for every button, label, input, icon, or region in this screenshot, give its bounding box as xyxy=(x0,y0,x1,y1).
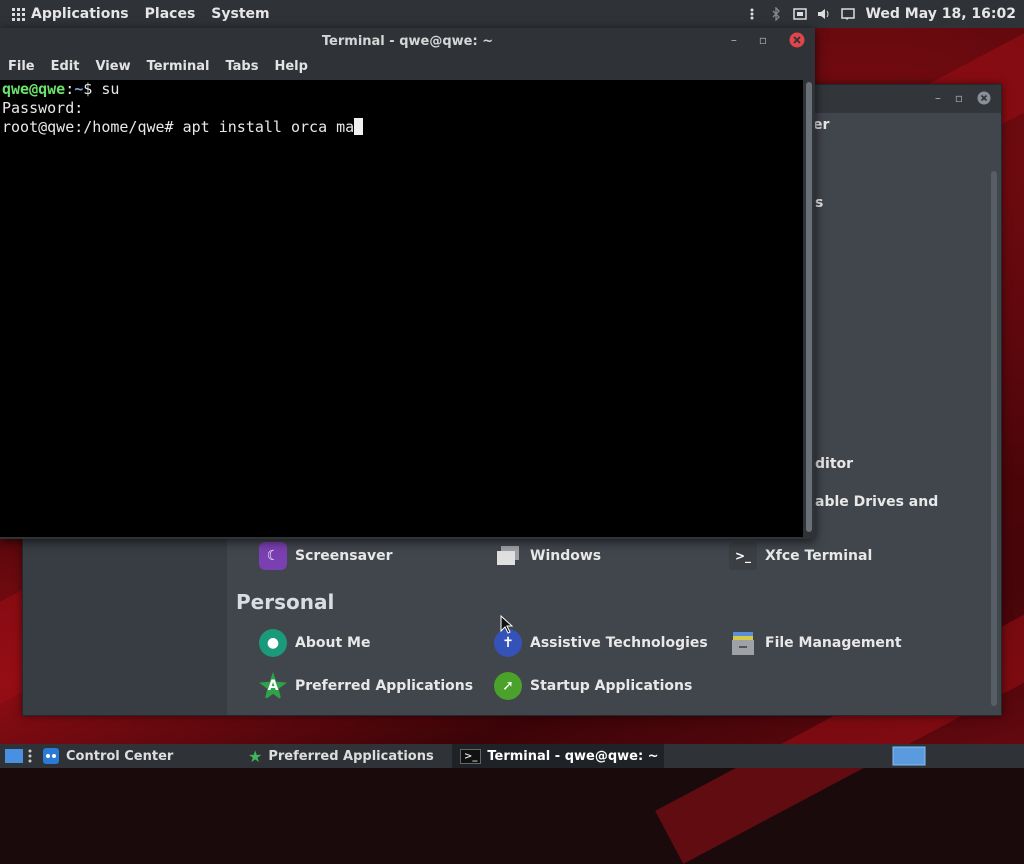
notification-icon[interactable] xyxy=(841,7,856,21)
show-desktop-icon[interactable] xyxy=(4,748,24,764)
user-icon: ● xyxy=(259,629,287,657)
file-management-label: File Management xyxy=(765,635,902,651)
clock[interactable]: Wed May 18, 16:02 xyxy=(865,6,1016,22)
windows-label: Windows xyxy=(530,548,602,564)
menu-terminal[interactable]: Terminal xyxy=(139,59,218,74)
terminal-icon: >_ xyxy=(460,748,482,764)
screensaver-label: Screensaver xyxy=(295,548,393,564)
task-label: Preferred Applications xyxy=(268,748,434,764)
apps-grid-icon xyxy=(12,7,25,21)
system-menu-label: System xyxy=(211,6,270,22)
screensaver-item[interactable]: ☾ Screensaver xyxy=(259,542,393,570)
menu-edit[interactable]: Edit xyxy=(43,59,88,74)
minimize-icon[interactable]: – xyxy=(731,33,737,47)
menu-view[interactable]: View xyxy=(87,59,138,74)
command-text: $ su xyxy=(83,80,120,98)
partial-label[interactable]: s xyxy=(815,195,823,211)
terminal-line: qwe@qwe:~$ su xyxy=(0,80,803,99)
top-panel: Applications Places System Wed May 18, 1… xyxy=(0,0,1024,28)
terminal-line: Password: xyxy=(2,99,84,117)
section-heading-personal: Personal xyxy=(236,590,335,614)
prompt-path: ~ xyxy=(74,80,84,98)
task-label: Control Center xyxy=(66,748,174,764)
terminal-titlebar[interactable]: Terminal - qwe@qwe: ~ xyxy=(0,28,815,54)
system-menu[interactable]: System xyxy=(203,0,277,28)
text-cursor xyxy=(354,118,364,135)
command-text: root@qwe:/home/qwe# apt install orca ma xyxy=(2,118,355,136)
startup-applications-item[interactable]: ➚ Startup Applications xyxy=(494,672,692,700)
star-icon: ★ xyxy=(248,746,263,766)
applications-menu[interactable]: Applications xyxy=(0,0,137,28)
task-preferred-applications[interactable]: ★ Preferred Applications xyxy=(240,744,442,768)
places-menu-label: Places xyxy=(144,6,196,22)
task-terminal[interactable]: >_ Terminal - qwe@qwe: ~ xyxy=(452,744,664,768)
maximize-icon[interactable]: ▫ xyxy=(759,33,767,47)
windows-icon xyxy=(494,542,522,570)
xfce-terminal-item[interactable]: >_ Xfce Terminal xyxy=(729,542,872,570)
rocket-icon: ➚ xyxy=(494,672,522,700)
file-management-item[interactable]: File Management xyxy=(729,629,902,657)
menu-tabs[interactable]: Tabs xyxy=(217,59,266,74)
about-me-label: About Me xyxy=(295,635,371,651)
assistive-technologies-item[interactable]: ✝ Assistive Technologies xyxy=(494,629,708,657)
handle-icon[interactable] xyxy=(745,7,759,21)
menu-file[interactable]: File xyxy=(0,59,43,74)
prompt-separator: : xyxy=(65,80,75,98)
preferred-applications-label: Preferred Applications xyxy=(295,678,474,694)
task-label: Terminal - qwe@qwe: ~ xyxy=(487,748,659,764)
bottom-taskbar: Control Center ★ Preferred Applications … xyxy=(0,744,1024,768)
terminal-title: Terminal - qwe@qwe: ~ xyxy=(321,33,494,49)
close-icon[interactable] xyxy=(977,91,991,105)
partial-label[interactable]: able Drives and xyxy=(815,494,938,510)
partial-label[interactable]: ditor xyxy=(815,456,853,472)
screensaver-icon: ☾ xyxy=(259,542,287,570)
network-icon[interactable] xyxy=(793,7,808,21)
terminal-line: root@qwe:/home/qwe# apt install orca ma xyxy=(0,118,803,137)
system-tray: Wed May 18, 16:02 xyxy=(745,6,1024,22)
assistive-technologies-label: Assistive Technologies xyxy=(530,635,708,651)
applications-menu-label: Applications xyxy=(31,6,129,22)
control-center-scrollbar[interactable] xyxy=(991,171,997,706)
prompt-user: qwe@qwe xyxy=(2,80,66,98)
maximize-icon[interactable]: ▫ xyxy=(955,91,963,105)
mouse-pointer-icon xyxy=(500,615,514,634)
xfce-terminal-label: Xfce Terminal xyxy=(765,548,873,564)
partial-label[interactable]: er xyxy=(813,117,829,133)
control-center-icon xyxy=(43,748,59,764)
terminal-menubar: File Edit View Terminal Tabs Help xyxy=(0,54,815,78)
workspace-switcher-icon[interactable] xyxy=(892,746,926,766)
terminal-icon: >_ xyxy=(729,542,757,570)
startup-applications-label: Startup Applications xyxy=(530,678,693,694)
terminal-scrollbar[interactable] xyxy=(803,80,815,537)
terminal-screen[interactable]: qwe@qwe:~$ su Password: root@qwe:/home/q… xyxy=(0,80,803,537)
windows-item[interactable]: Windows xyxy=(494,542,601,570)
preferred-apps-icon: A xyxy=(259,672,287,700)
close-icon[interactable] xyxy=(789,32,805,48)
about-me-item[interactable]: ● About Me xyxy=(259,629,370,657)
preferred-applications-item[interactable]: A Preferred Applications xyxy=(259,672,473,700)
handle-icon xyxy=(28,749,32,763)
menu-help[interactable]: Help xyxy=(266,59,315,74)
bluetooth-icon[interactable] xyxy=(769,7,783,21)
file-cabinet-icon xyxy=(729,629,757,657)
volume-icon[interactable] xyxy=(817,7,831,21)
places-menu[interactable]: Places xyxy=(137,0,204,28)
terminal-window: Terminal - qwe@qwe: ~ – ▫ File Edit View… xyxy=(0,28,815,539)
task-control-center[interactable]: Control Center xyxy=(34,744,181,768)
minimize-icon[interactable]: – xyxy=(935,91,941,105)
